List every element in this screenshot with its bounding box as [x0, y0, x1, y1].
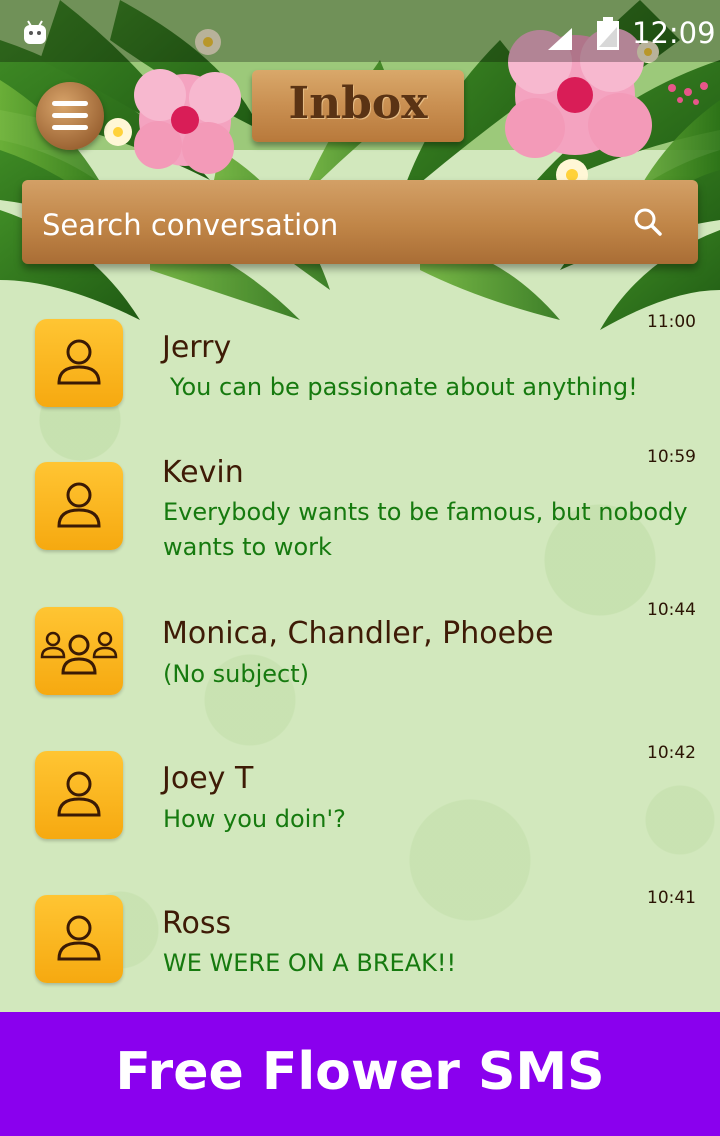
message-snippet: How you doin'?: [163, 805, 346, 833]
android-icon: [24, 20, 46, 44]
message-time: 10:42: [647, 743, 696, 763]
message-snippet: Everybody wants to be famous, but nobody…: [163, 498, 688, 561]
contact-name: Monica, Chandler, Phoebe: [162, 616, 554, 651]
promo-banner: Free Flower SMS: [0, 1012, 720, 1136]
message-time: 10:41: [647, 888, 696, 908]
signal-icon: [548, 28, 572, 50]
person-icon: [57, 482, 101, 528]
avatar: [35, 895, 123, 983]
person-icon: [57, 771, 101, 817]
battery-icon: [597, 17, 619, 50]
hamburger-menu-icon: [52, 101, 88, 106]
search-input[interactable]: [40, 202, 604, 248]
status-time: 12:09: [632, 16, 716, 50]
contact-name: Kevin: [162, 455, 244, 490]
conversation-item[interactable]: Monica, Chandler, Phoebe (No subject) 10…: [0, 590, 720, 730]
message-snippet: You can be passionate about anything!: [170, 373, 638, 401]
search-icon[interactable]: [632, 206, 664, 238]
hamburger-menu-icon-bar: [52, 113, 88, 118]
group-icon: [40, 631, 118, 675]
conversation-item[interactable]: Ross WE WERE ON A BREAK!! 10:41: [0, 880, 720, 1020]
avatar: [35, 462, 123, 550]
banner-text: Free Flower SMS: [115, 1042, 605, 1102]
title-plank: Inbox: [252, 70, 464, 142]
message-time: 10:44: [647, 600, 696, 620]
message-snippet: (No subject): [163, 660, 309, 688]
avatar: [35, 607, 123, 695]
page-title: Inbox: [288, 78, 428, 129]
search-bar: [22, 180, 698, 264]
status-bar: 12:09: [0, 0, 720, 62]
message-snippet: WE WERE ON A BREAK!!: [163, 949, 457, 977]
message-time: 10:59: [647, 447, 696, 467]
conversation-item[interactable]: Joey T How you doin'? 10:42: [0, 735, 720, 875]
avatar: [35, 751, 123, 839]
menu-button[interactable]: [36, 82, 104, 150]
person-icon: [57, 915, 101, 961]
contact-name: Joey T: [162, 761, 254, 796]
conversation-item[interactable]: Kevin Everybody wants to be famous, but …: [0, 445, 720, 585]
contact-name: Ross: [162, 906, 232, 941]
hamburger-menu-icon-bar: [52, 125, 88, 130]
